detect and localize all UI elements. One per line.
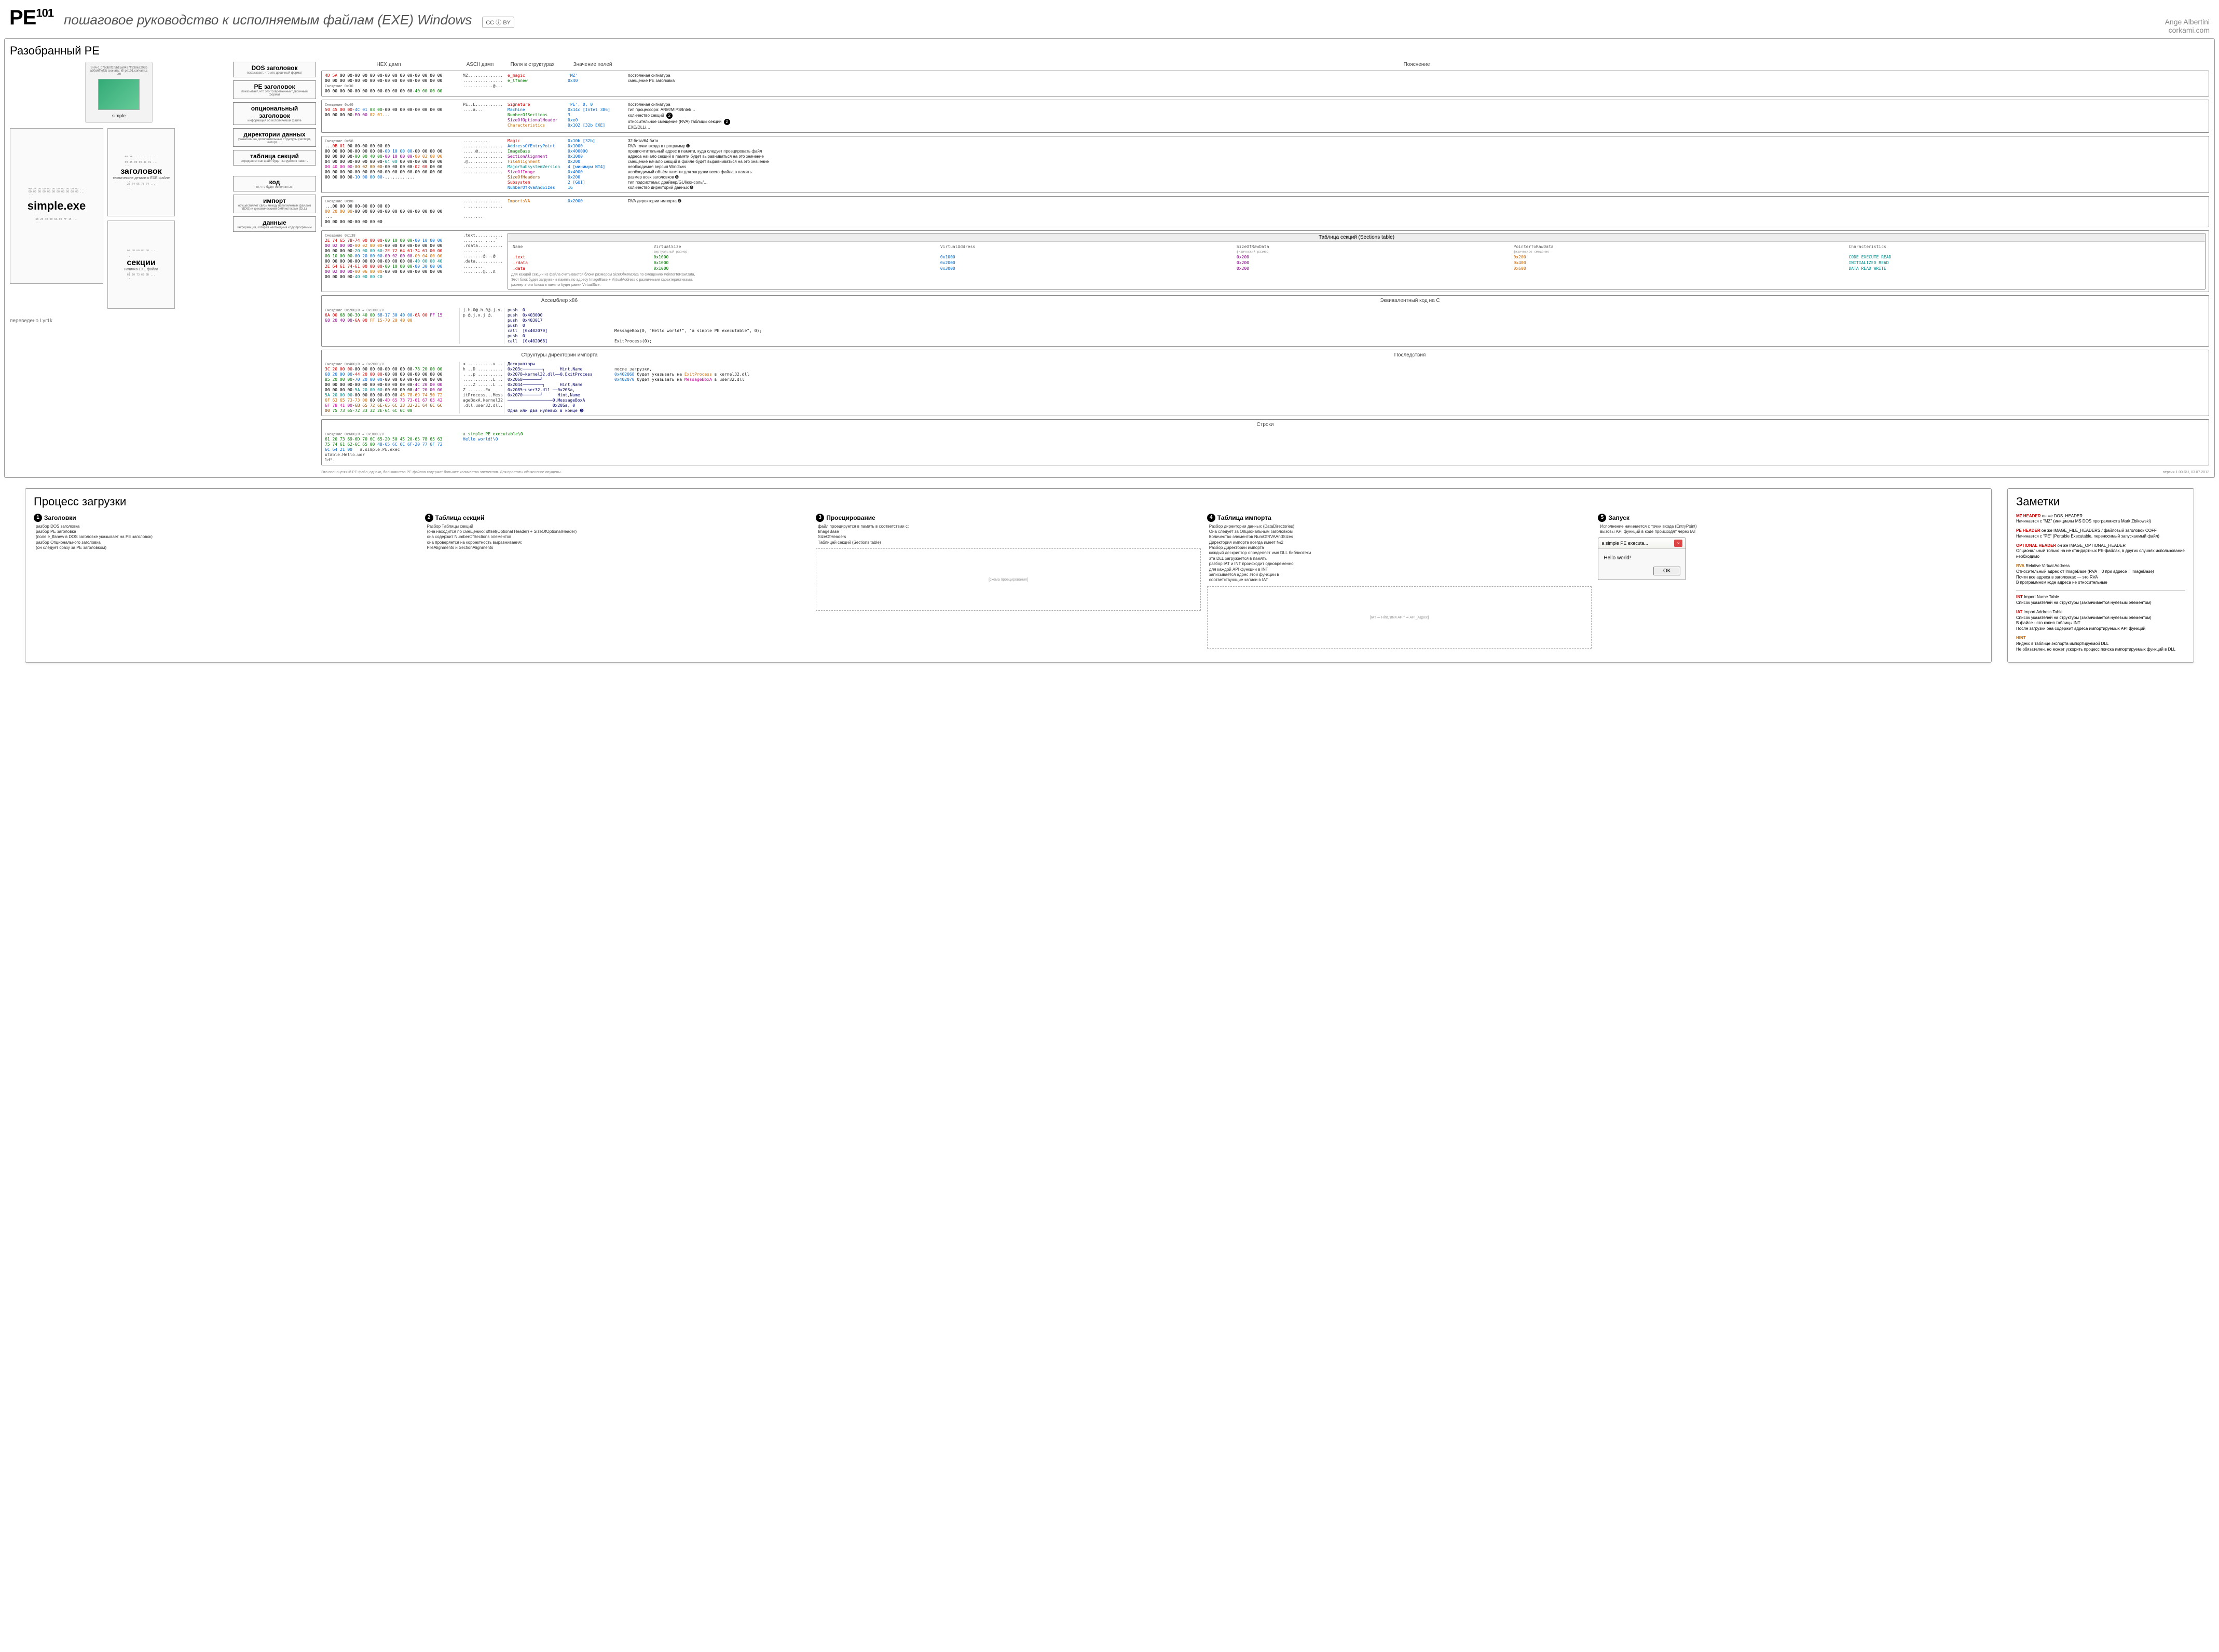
author: Ange Albertini xyxy=(2165,18,2210,26)
sheet-header: 4D 5A .. .. .. .. .. ... 50 45 00 00 4C … xyxy=(107,128,175,216)
tag-pe: PE заголовок показывает, что это "соврем… xyxy=(233,80,316,99)
process-heading: Процесс загрузки xyxy=(34,495,1983,508)
footer-note: Это полноценный PE-файл, однако, большин… xyxy=(321,471,2209,474)
panel-heading: Разобранный PE xyxy=(10,44,2209,58)
subtitle: пошаговое руководство к исполняемым файл… xyxy=(64,12,472,28)
row-datadirs: Смещение 0xB8 ...00 00 00 00-00 00 00 00… xyxy=(321,196,2209,227)
tag-sections-table: таблица секций определяет как файл будет… xyxy=(233,150,316,166)
tag-optional: опциональный заголовок информация об исп… xyxy=(233,102,316,125)
block-tags: DOS заголовок показывает, что это двоичн… xyxy=(233,62,316,474)
file-label: simple xyxy=(90,113,148,118)
row-pe: Смещение 0x40 50 45 00 00-4C 01 03 00-00… xyxy=(321,100,2209,133)
tag-datadirs: директории данных указатели на дополните… xyxy=(233,128,316,147)
row-dos: 4D 5A 00 00-00 00 00 00-00 00 00 00-00 0… xyxy=(321,71,2209,97)
cc-badge: CC ⓘ BY xyxy=(482,17,514,28)
file-card: SHA-1 b7bdb0f1f5b15a0427ff238e2209ba30a6… xyxy=(85,62,153,123)
row-asm: Ассемблер x86 Эквивалентный код на С Сме… xyxy=(321,295,2209,347)
sheet-file-title: simple.exe xyxy=(28,199,86,213)
ok-button[interactable]: OK xyxy=(1653,567,1680,575)
sheet-sections-title: секции xyxy=(127,258,155,268)
sheet-file: 4D 5A 00 00 00 00 00 00 00 00 00 ... 00 … xyxy=(10,128,103,284)
dialog-mock: a simple PE executa...× Hello world! OK xyxy=(1598,538,1686,580)
sheet-sections: 6A 00 68 00 30 ... ... ... секции начинк… xyxy=(107,221,175,309)
sheet-header-sub: технические детали о EXE файле xyxy=(113,176,170,180)
hex-filler: ... ... 68 20 40 00 6A 00 FF 15 ... ... xyxy=(35,213,77,224)
file-hash: SHA-1 b7bdb0f1f5b15a0427ff238e2209ba30a6… xyxy=(90,66,148,76)
tag-import: импорт осуществляет связь между исполняе… xyxy=(233,195,316,213)
title-bar: PE101 пошаговое руководство к исполняемы… xyxy=(4,4,2215,38)
tag-dos: DOS заголовок показывает, что это двоичн… xyxy=(233,62,316,77)
close-icon[interactable]: × xyxy=(1674,540,1682,547)
notes-card: Заметки MZ HEADER он же DOS_HEADERНачина… xyxy=(2007,488,2194,663)
tag-code: код то, что будет исполняться xyxy=(233,176,316,191)
row-optional: Смещение 0x58 ...0B 01 00 00-00 00 00 00… xyxy=(321,136,2209,193)
file-thumb xyxy=(98,79,140,110)
sections-table: Таблица секций (Sections table) NameVirt… xyxy=(508,233,2206,290)
site: corkami.com xyxy=(2169,26,2210,34)
translator: переведено Lyr1k xyxy=(10,318,228,324)
logo: PE101 xyxy=(9,6,53,30)
sheet-sections-sub: начинка EXE файла xyxy=(124,268,158,271)
tag-data: данные информация, которая необходима ко… xyxy=(233,216,316,232)
analysis-headers: HEX дамп ASCII дамп Поля в структурах Зн… xyxy=(321,62,2209,67)
row-sections: Смещение 0x138 2E 74 65 78-74 00 00 00-0… xyxy=(321,230,2209,292)
sheet-header-title: заголовок xyxy=(120,167,162,176)
row-imports: Структуры директории импорта Последствия… xyxy=(321,350,2209,417)
main-panel: Разобранный PE SHA-1 b7bdb0f1f5b15a0427f… xyxy=(4,38,2215,478)
row-strings: Строки Смещение 0x600/R → 0x3000/V 61 20… xyxy=(321,419,2209,465)
process-card: Процесс загрузки 1 Заголовкиразбор DOS з… xyxy=(25,488,1992,663)
notes-heading: Заметки xyxy=(2016,495,2185,508)
hex-filler: 4D 5A 00 00 00 00 00 00 00 00 00 ... 00 … xyxy=(29,188,85,199)
